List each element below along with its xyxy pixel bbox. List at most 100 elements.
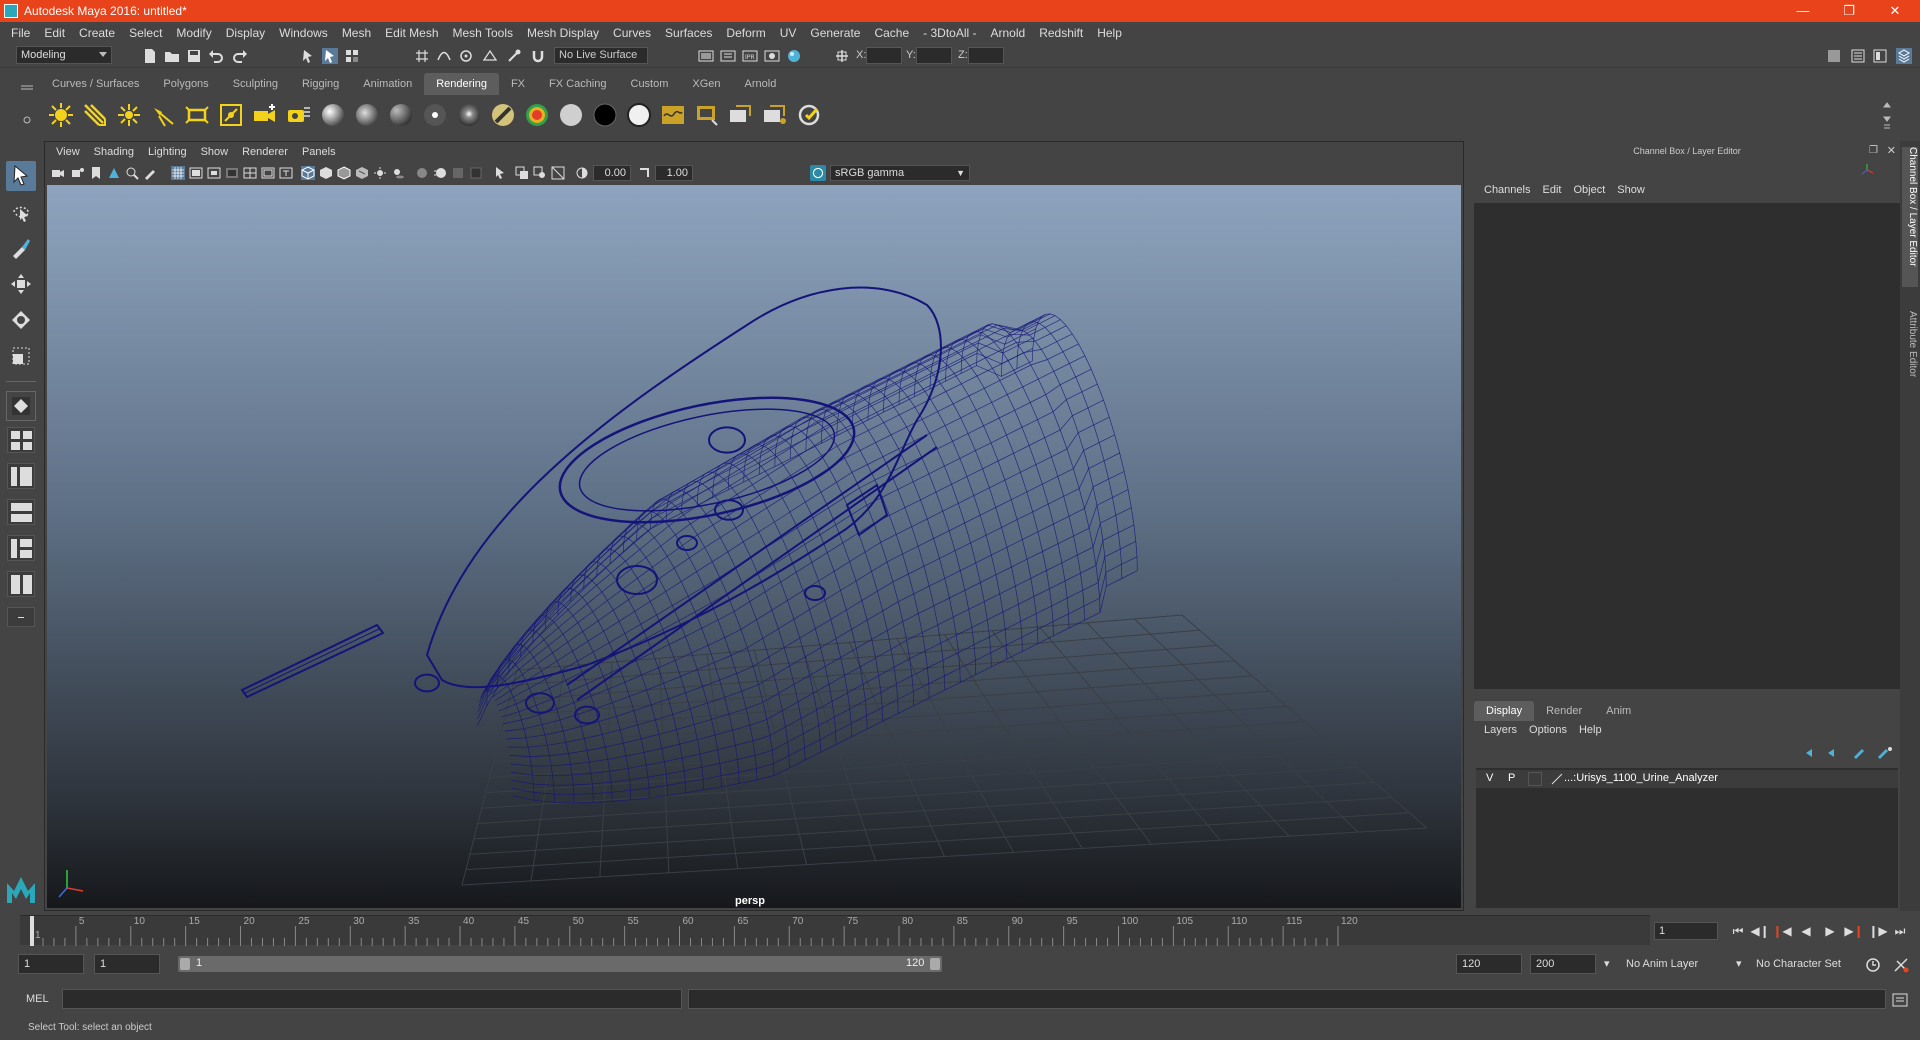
- close-button[interactable]: ✕: [1872, 0, 1918, 22]
- select-object-icon[interactable]: [322, 48, 338, 64]
- surface-shader-icon[interactable]: [556, 100, 586, 130]
- point-light-icon[interactable]: [114, 100, 144, 130]
- live-surface-field[interactable]: No Live Surface: [554, 47, 648, 64]
- wireframe-on-shaded-icon[interactable]: [337, 166, 351, 180]
- play-backwards-icon[interactable]: ◀: [1796, 922, 1816, 940]
- field-chart-icon[interactable]: [243, 166, 257, 180]
- menu-help[interactable]: Help: [1090, 26, 1129, 40]
- menu-3dtoall[interactable]: - 3DtoAll -: [916, 26, 983, 40]
- menu-curves[interactable]: Curves: [606, 26, 658, 40]
- use-background-icon[interactable]: [590, 100, 620, 130]
- grid-icon[interactable]: [171, 166, 185, 180]
- script-editor-icon[interactable]: [1892, 992, 1908, 1008]
- wireframe-icon[interactable]: [301, 166, 315, 180]
- tab-fx[interactable]: FX: [498, 73, 538, 95]
- ipr-render-frame-icon[interactable]: [760, 100, 790, 130]
- move-tool-icon[interactable]: [6, 269, 36, 299]
- render-frame-icon[interactable]: [720, 48, 736, 64]
- char-set-chevron-icon[interactable]: ▾: [1736, 954, 1742, 974]
- tab-anim-layers[interactable]: Anim: [1594, 701, 1644, 721]
- make-live-icon[interactable]: [506, 48, 522, 64]
- bookmark-icon[interactable]: [89, 166, 103, 180]
- tab-polygons[interactable]: Polygons: [151, 73, 221, 95]
- persp-hypershade-layout-icon[interactable]: [7, 535, 35, 561]
- hypershade-icon[interactable]: [786, 48, 802, 64]
- tab-arnold[interactable]: Arnold: [732, 73, 789, 95]
- auto-key-icon[interactable]: [1864, 956, 1882, 974]
- color-management-icon[interactable]: [810, 165, 826, 181]
- menu-select[interactable]: Select: [122, 26, 169, 40]
- magnet-icon[interactable]: [530, 48, 546, 64]
- xray-icon[interactable]: [515, 166, 529, 180]
- volume-light-icon[interactable]: [216, 100, 246, 130]
- snap-point-icon[interactable]: [458, 48, 474, 64]
- ipr-render-icon[interactable]: IPR: [742, 48, 758, 64]
- exposure-icon[interactable]: [575, 166, 589, 180]
- menu-display[interactable]: Display: [219, 26, 272, 40]
- scene-start-field[interactable]: 1: [18, 954, 84, 974]
- snap-grid-icon[interactable]: [414, 48, 430, 64]
- scale-tool-icon[interactable]: [6, 341, 36, 371]
- step-back-key-icon[interactable]: ❙ ◀: [1772, 922, 1792, 940]
- tab-render-layers[interactable]: Render: [1534, 701, 1595, 721]
- render-settings-icon[interactable]: [764, 48, 780, 64]
- anti-aliasing-icon[interactable]: [451, 166, 465, 180]
- playback-start-field[interactable]: 1: [94, 954, 160, 974]
- tool-settings-toggle-icon[interactable]: [1872, 48, 1888, 64]
- step-forward-key-icon[interactable]: ▶ ❙: [1844, 922, 1864, 940]
- film-gate-icon[interactable]: [189, 166, 203, 180]
- snap-view-plane-icon[interactable]: [482, 48, 498, 64]
- close-panel-icon[interactable]: ✕: [1887, 144, 1896, 157]
- textured-icon[interactable]: [355, 166, 369, 180]
- new-scene-icon[interactable]: [142, 48, 158, 64]
- depth-of-field-icon[interactable]: [469, 166, 483, 180]
- layer-color-swatch[interactable]: [1528, 772, 1542, 786]
- camera-icon[interactable]: [250, 100, 280, 130]
- tab-attribute-editor-vertical[interactable]: Attribute Editor: [1902, 311, 1918, 401]
- 2d-pan-zoom-icon[interactable]: [125, 166, 139, 180]
- persp-graph-layout-icon[interactable]: [7, 499, 35, 525]
- camera-attributes-icon[interactable]: [71, 166, 85, 180]
- minimize-button[interactable]: —: [1780, 0, 1826, 22]
- ramp-shader-icon[interactable]: [522, 100, 552, 130]
- menu-mesh-tools[interactable]: Mesh Tools: [446, 26, 520, 40]
- undo-icon[interactable]: [208, 48, 224, 64]
- menu-redshift[interactable]: Redshift: [1032, 26, 1090, 40]
- y-field[interactable]: [916, 47, 952, 64]
- snap-curve-icon[interactable]: [436, 48, 452, 64]
- hypershade-window-icon[interactable]: [658, 100, 688, 130]
- lambert-material-icon[interactable]: [352, 100, 382, 130]
- render-view-window-icon[interactable]: [692, 100, 722, 130]
- shadows-icon[interactable]: [391, 166, 405, 180]
- lasso-tool-icon[interactable]: [6, 197, 36, 227]
- tab-rendering[interactable]: Rendering: [424, 73, 499, 95]
- render-current-frame-icon[interactable]: [726, 100, 756, 130]
- vp-menu-show[interactable]: Show: [194, 146, 236, 158]
- select-camera-icon[interactable]: [51, 166, 65, 180]
- layer-playback-toggle[interactable]: P: [1508, 772, 1515, 784]
- channel-box-toggle-icon[interactable]: [1896, 48, 1912, 64]
- le-menu-options[interactable]: Options: [1523, 724, 1573, 736]
- cb-menu-show[interactable]: Show: [1611, 184, 1651, 196]
- area-light-icon[interactable]: [182, 100, 212, 130]
- isolate-select-icon[interactable]: [493, 166, 507, 180]
- tab-display-layers[interactable]: Display: [1474, 701, 1535, 721]
- cb-menu-edit[interactable]: Edit: [1536, 184, 1567, 196]
- render-view-icon[interactable]: [698, 48, 714, 64]
- step-back-frame-icon[interactable]: ◀❙: [1750, 922, 1770, 940]
- x-field[interactable]: [866, 47, 902, 64]
- vp-menu-renderer[interactable]: Renderer: [235, 146, 295, 158]
- range-slider[interactable]: 1 120: [178, 956, 942, 972]
- redo-icon[interactable]: [232, 48, 248, 64]
- tab-fx-caching[interactable]: FX Caching: [537, 73, 619, 95]
- select-component-icon[interactable]: [344, 48, 360, 64]
- phong-e-material-icon[interactable]: [420, 100, 450, 130]
- range-start-handle[interactable]: [180, 958, 190, 970]
- persp-outliner-layout-icon[interactable]: [7, 463, 35, 489]
- menu-generate[interactable]: Generate: [803, 26, 867, 40]
- blinn-material-icon[interactable]: [318, 100, 348, 130]
- select-tool-icon[interactable]: [6, 161, 36, 191]
- cb-menu-channels[interactable]: Channels: [1478, 184, 1536, 196]
- step-forward-frame-icon[interactable]: ❙▶: [1868, 922, 1888, 940]
- vp-menu-lighting[interactable]: Lighting: [141, 146, 194, 158]
